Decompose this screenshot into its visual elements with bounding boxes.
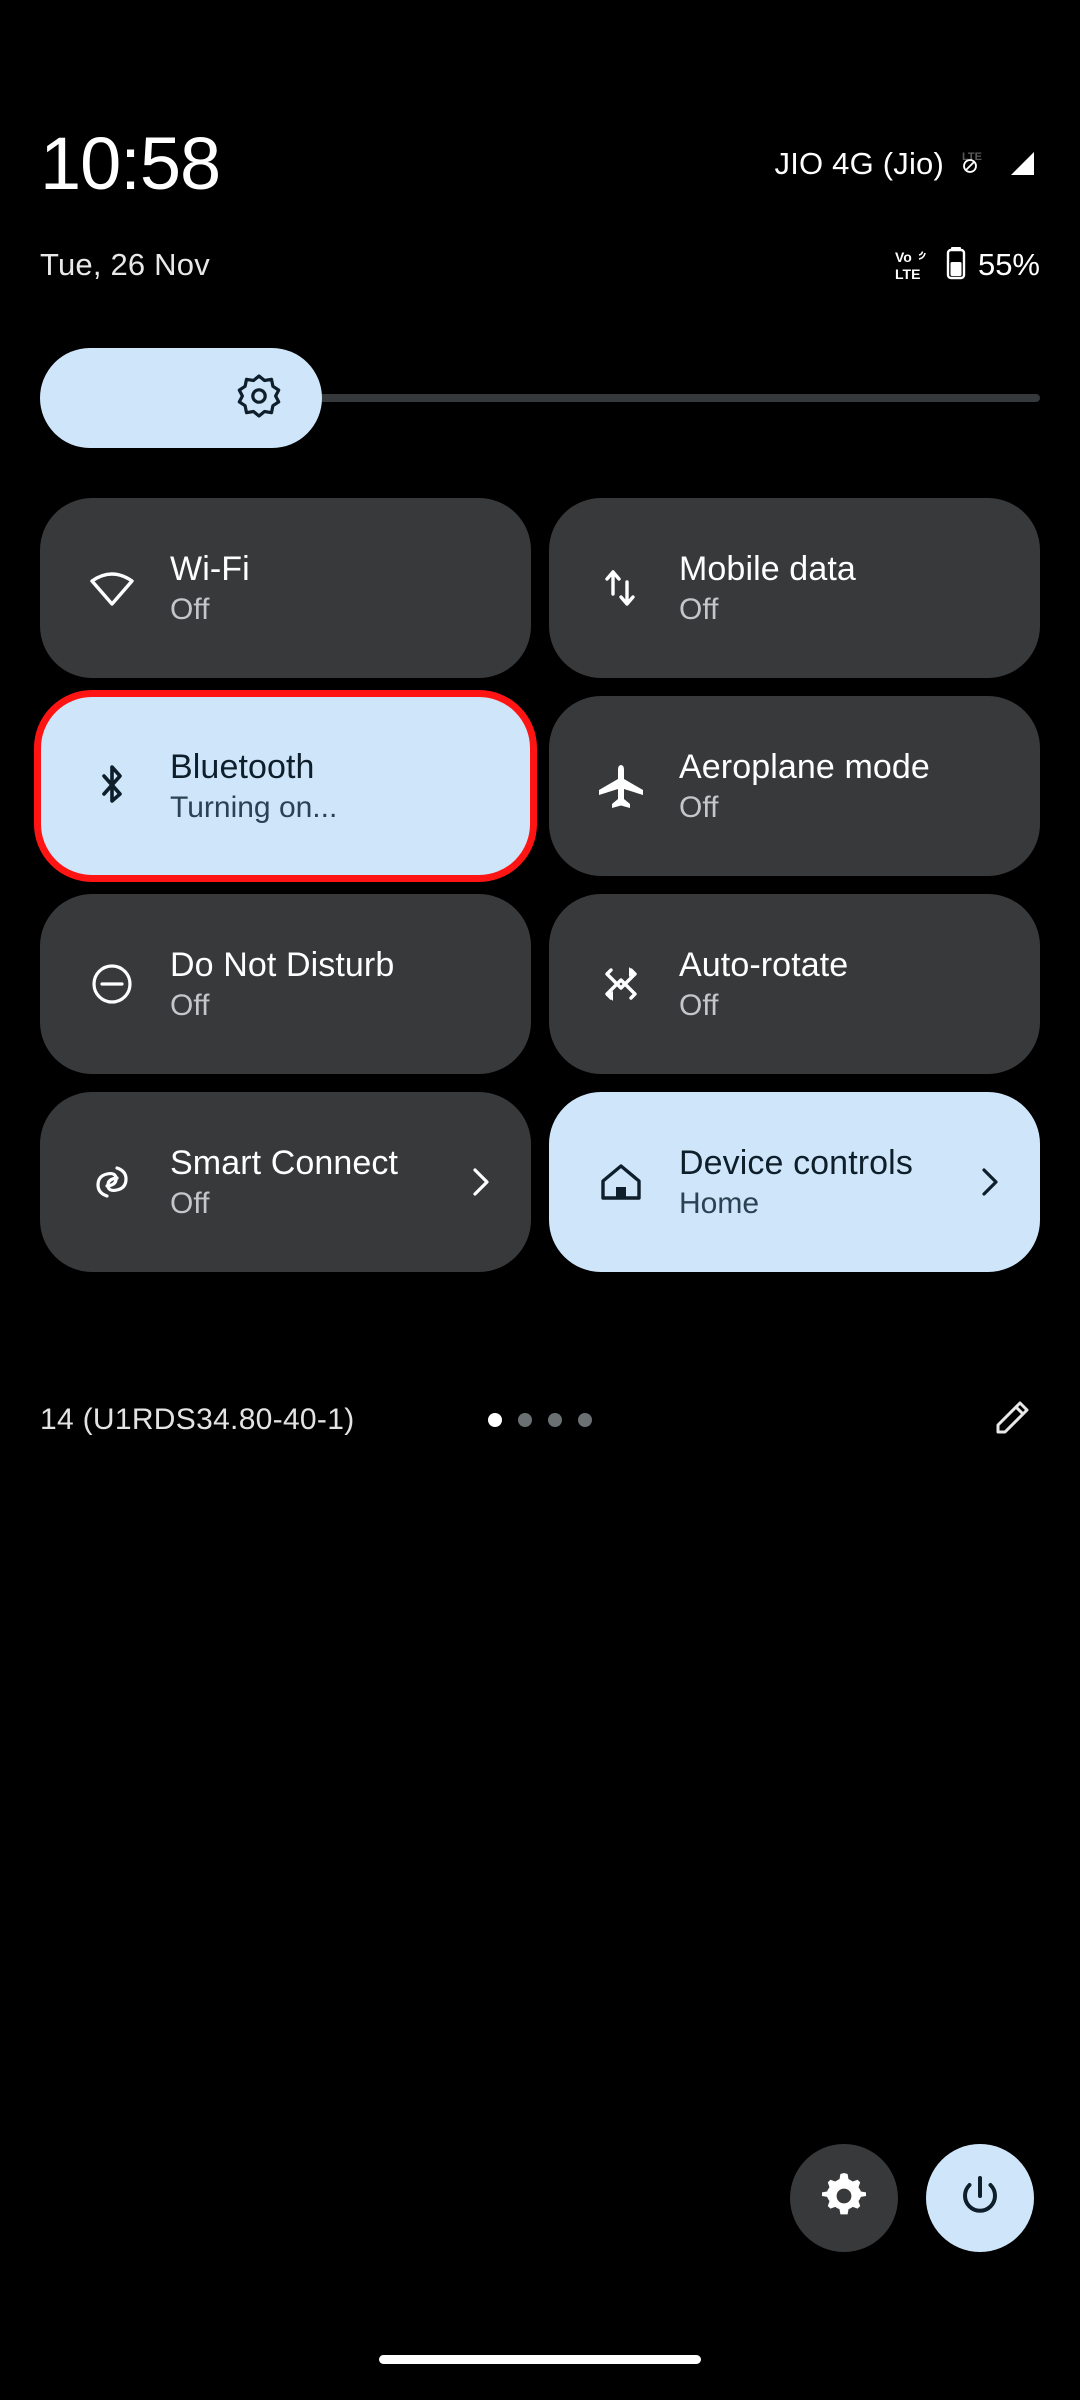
signal-bars-icon bbox=[1006, 147, 1040, 181]
mobile-data-icon bbox=[593, 560, 649, 616]
page-indicator[interactable] bbox=[488, 1413, 592, 1427]
power-icon bbox=[953, 2169, 1007, 2228]
tile-label: Aeroplane mode bbox=[679, 747, 930, 786]
power-button[interactable] bbox=[926, 2144, 1034, 2252]
lte-no-data-icon: LTE bbox=[958, 147, 992, 181]
brightness-slider[interactable] bbox=[40, 348, 1040, 448]
auto-rotate-icon bbox=[593, 956, 649, 1012]
page-dot-4[interactable] bbox=[578, 1413, 592, 1427]
clock: 10:58 bbox=[40, 122, 221, 205]
status-bar-top-row: 10:58 JIO 4G (Jio) LTE bbox=[40, 124, 1040, 204]
tile-aeroplane-texts: Aeroplane mode Off bbox=[679, 748, 1006, 825]
tile-device-controls[interactable]: Device controls Home bbox=[549, 1092, 1040, 1272]
tile-label: Mobile data bbox=[679, 549, 856, 588]
edit-tiles-button[interactable] bbox=[984, 1392, 1040, 1448]
tile-state: Off bbox=[170, 988, 210, 1022]
quick-settings-panel: 10:58 JIO 4G (Jio) LTE Tue, 26 Nov Vo LT… bbox=[0, 0, 1080, 2400]
tile-auto-rotate-texts: Auto-rotate Off bbox=[679, 946, 1006, 1023]
smart-connect-icon bbox=[84, 1154, 140, 1210]
tile-state: Home bbox=[679, 1186, 760, 1220]
tile-bluetooth[interactable]: Bluetooth Turning on... bbox=[34, 690, 537, 882]
airplane-icon bbox=[593, 758, 649, 814]
quick-settings-tile-grid: Wi-Fi Off Mobile data Off Bluetooth Turn… bbox=[34, 498, 1040, 1272]
svg-text:Vo: Vo bbox=[895, 249, 912, 265]
tile-label: Device controls bbox=[679, 1143, 913, 1182]
status-bar-right-top: JIO 4G (Jio) LTE bbox=[775, 146, 1040, 182]
chevron-right-icon[interactable] bbox=[972, 1165, 1006, 1199]
tile-label: Auto-rotate bbox=[679, 945, 849, 984]
tile-state: Off bbox=[170, 1186, 210, 1220]
battery-percent-label: 55% bbox=[977, 247, 1040, 282]
home-icon bbox=[593, 1154, 649, 1210]
tile-wifi[interactable]: Wi-Fi Off bbox=[40, 498, 531, 678]
tile-label: Wi-Fi bbox=[170, 549, 250, 588]
bottom-action-buttons bbox=[790, 2144, 1034, 2252]
tile-label: Bluetooth bbox=[170, 747, 315, 786]
page-dot-3[interactable] bbox=[548, 1413, 562, 1427]
tile-dnd-texts: Do Not Disturb Off bbox=[170, 946, 497, 1023]
tile-smart-connect-texts: Smart Connect Off bbox=[170, 1144, 433, 1221]
brightness-sun-icon bbox=[236, 373, 282, 424]
tile-label: Smart Connect bbox=[170, 1143, 399, 1182]
wifi-icon bbox=[84, 560, 140, 616]
gear-icon bbox=[817, 2169, 871, 2228]
do-not-disturb-icon bbox=[84, 956, 140, 1012]
tile-bluetooth-texts: Bluetooth Turning on... bbox=[170, 748, 497, 825]
battery-icon bbox=[944, 244, 968, 287]
svg-text:LTE: LTE bbox=[895, 266, 920, 282]
carrier-label: JIO 4G (Jio) bbox=[774, 146, 944, 181]
build-version-label: 14 (U1RDS34.80-40-1) bbox=[40, 1403, 355, 1436]
page-dot-1[interactable] bbox=[488, 1413, 502, 1427]
pencil-edit-icon bbox=[986, 1392, 1038, 1449]
tile-state: Off bbox=[170, 592, 210, 626]
tile-wifi-texts: Wi-Fi Off bbox=[170, 550, 497, 627]
tile-state: Turning on... bbox=[170, 790, 338, 824]
status-bar-bottom-row: Tue, 26 Nov Vo LTE 55% bbox=[40, 240, 1040, 290]
brightness-slider-fill[interactable] bbox=[40, 348, 322, 448]
page-dot-2[interactable] bbox=[518, 1413, 532, 1427]
volte-icon: Vo LTE bbox=[894, 246, 934, 284]
chevron-right-icon[interactable] bbox=[463, 1165, 497, 1199]
status-bar: 10:58 JIO 4G (Jio) LTE Tue, 26 Nov Vo LT… bbox=[0, 0, 1080, 283]
bluetooth-icon bbox=[84, 758, 140, 814]
tile-mobile-data[interactable]: Mobile data Off bbox=[549, 498, 1040, 678]
settings-button[interactable] bbox=[790, 2144, 898, 2252]
status-bar-right-bottom: Vo LTE 55% bbox=[894, 244, 1040, 287]
date-label: Tue, 26 Nov bbox=[40, 247, 210, 282]
tile-state: Off bbox=[679, 592, 719, 626]
tile-state: Off bbox=[679, 988, 719, 1022]
tile-do-not-disturb[interactable]: Do Not Disturb Off bbox=[40, 894, 531, 1074]
navigation-gesture-bar[interactable] bbox=[379, 2355, 701, 2364]
tile-state: Off bbox=[679, 790, 719, 824]
quick-settings-footer: 14 (U1RDS34.80-40-1) bbox=[40, 1385, 1040, 1455]
tile-auto-rotate[interactable]: Auto-rotate Off bbox=[549, 894, 1040, 1074]
tile-label: Do Not Disturb bbox=[170, 945, 395, 984]
tile-mobile-data-texts: Mobile data Off bbox=[679, 550, 1006, 627]
tile-aeroplane-mode[interactable]: Aeroplane mode Off bbox=[549, 696, 1040, 876]
tile-device-controls-texts: Device controls Home bbox=[679, 1144, 942, 1221]
tile-smart-connect[interactable]: Smart Connect Off bbox=[40, 1092, 531, 1272]
